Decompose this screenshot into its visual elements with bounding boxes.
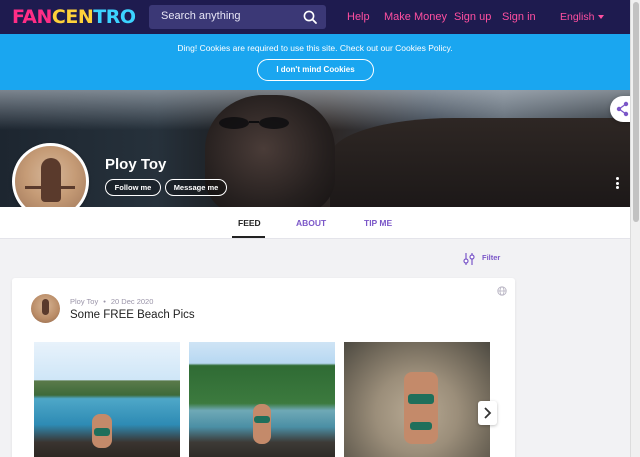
post-date: 20 Dec 2020 <box>110 297 154 306</box>
post-meta: Ploy Toy • 20 Dec 2020 <box>70 297 153 306</box>
avatar-figure <box>41 158 61 202</box>
tab-about[interactable]: ABOUT <box>296 218 326 228</box>
post-photo-2[interactable] <box>189 342 335 457</box>
photo-3-swimsuit <box>408 394 434 404</box>
language-label: English <box>560 11 595 23</box>
tab-tip-me[interactable]: TIP ME <box>364 218 392 228</box>
next-photo-button[interactable] <box>478 401 497 425</box>
filter-icon <box>463 253 475 265</box>
photo-2-person <box>253 404 271 444</box>
profile-name: Ploy Toy <box>105 156 167 173</box>
message-button[interactable]: Message me <box>165 179 227 196</box>
logo-part-1: FAN <box>12 6 52 28</box>
filter-button[interactable]: Filter <box>462 252 500 265</box>
chevron-down-icon <box>598 15 605 20</box>
profile-tabs: FEED ABOUT TIP ME <box>0 207 630 239</box>
follow-button[interactable]: Follow me <box>105 179 161 196</box>
filter-label: Filter <box>482 253 501 262</box>
cover-image <box>0 90 630 207</box>
photo-3-swimsuit-bottom <box>410 422 432 430</box>
sunglasses-graphic <box>219 117 289 129</box>
nav-sign-up-link[interactable]: Sign up <box>454 11 491 23</box>
cookie-message: Ding! Cookies are required to use this s… <box>177 43 453 53</box>
post-author-avatar[interactable] <box>31 294 60 323</box>
post-photo-1[interactable] <box>34 342 180 457</box>
photo-3-person <box>404 372 438 444</box>
cover-rock <box>330 118 630 207</box>
top-nav: FANCENTRO Search anything Help Make Mone… <box>0 0 630 34</box>
post-author[interactable]: Ploy Toy <box>70 297 98 306</box>
kebab-menu-icon[interactable] <box>616 177 620 189</box>
logo-part-2: CEN <box>51 6 94 28</box>
search-input[interactable]: Search anything <box>149 5 326 29</box>
post-avatar-figure <box>42 299 49 315</box>
nav-make-money-link[interactable]: Make Money <box>384 11 447 23</box>
cookie-banner: Ding! Cookies are required to use this s… <box>0 34 630 90</box>
language-selector[interactable]: English <box>560 11 605 23</box>
fancentro-logo[interactable]: FANCENTRO <box>12 6 136 28</box>
search-icon[interactable] <box>302 9 318 25</box>
post-title: Some FREE Beach Pics <box>70 309 195 321</box>
tab-feed[interactable]: FEED <box>238 218 261 228</box>
search-placeholder: Search anything <box>161 10 241 22</box>
nav-help-link[interactable]: Help <box>347 11 370 23</box>
logo-part-3: TRO <box>93 6 136 28</box>
page-scrollbar[interactable] <box>630 0 640 457</box>
meta-separator: • <box>103 297 106 306</box>
nav-sign-in-link[interactable]: Sign in <box>502 11 536 23</box>
accept-cookies-button[interactable]: I don't mind Cookies <box>257 59 374 81</box>
active-tab-indicator <box>232 236 265 238</box>
chevron-right-icon <box>484 407 492 419</box>
photo-1-swimsuit <box>94 428 110 436</box>
globe-icon <box>497 286 507 296</box>
post-photo-3[interactable] <box>344 342 490 457</box>
photo-2-swimsuit <box>254 416 270 423</box>
scrollbar-thumb[interactable] <box>633 2 639 222</box>
